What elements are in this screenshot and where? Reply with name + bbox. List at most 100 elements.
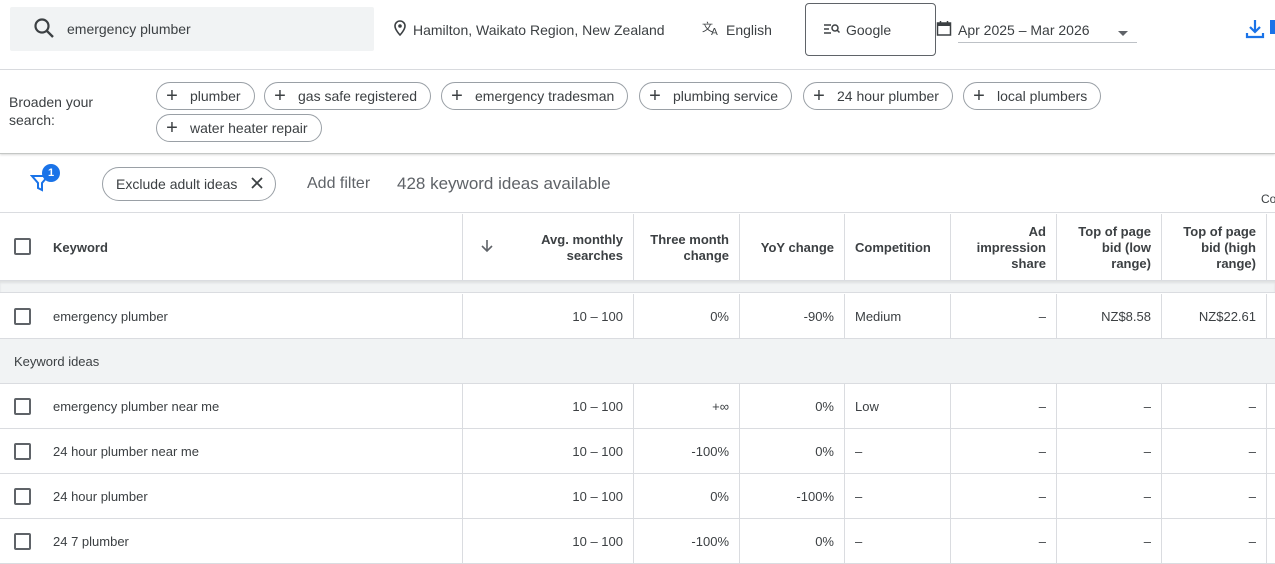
broaden-chip-label: gas safe registered [298,88,418,104]
broaden-chip[interactable]: + local plumbers [963,82,1102,110]
broaden-label: Broaden your search: [9,94,94,128]
top-bid-low-value: NZ$8.58 [1101,308,1151,324]
broaden-chip[interactable]: + water heater repair [156,114,322,142]
broaden-chip-label: emergency tradesman [475,88,615,104]
row-checkbox[interactable] [14,533,31,550]
yoy-cell: 0% [739,519,844,563]
avg-monthly-value: 10 – 100 [572,398,623,414]
row-checkbox[interactable] [14,443,31,460]
top-bid-high-cell: – [1161,519,1267,563]
plus-icon: + [166,117,178,139]
top-bid-high-cell: – [1161,429,1267,473]
top-bid-high-value: – [1248,398,1256,414]
header-yoy[interactable]: YoY change [739,214,844,281]
top-bid-high-value: – [1248,533,1256,549]
broaden-chip[interactable]: + gas safe registered [264,82,432,110]
yoy-value: 0% [815,443,834,459]
row-checkbox[interactable] [14,308,31,325]
yoy-cell: -90% [739,294,844,338]
header-ad-impression[interactable]: Ad impression share [950,214,1056,281]
network-selector-button[interactable]: Google [805,3,936,56]
plus-icon: + [813,85,825,107]
avg-monthly-cell: 10 – 100 [462,429,633,473]
keyword-cell[interactable]: 24 7 plumber [53,519,129,563]
table-row: 24 7 plumber 10 – 100 -100% 0% – – – – [0,519,1275,564]
top-bid-low-value: – [1143,533,1151,549]
location-selector[interactable]: Hamilton, Waikato Region, New Zealand [393,20,665,39]
three-month-value: 0% [710,488,729,504]
competition-value: Medium [855,308,902,324]
top-bid-low-cell: – [1056,519,1161,563]
ad-impression-value: – [1038,533,1046,549]
calendar-icon [936,20,952,39]
row-checkbox[interactable] [14,398,31,415]
language-selector[interactable]: 文A English [702,20,772,39]
keyword-cell[interactable]: 24 hour plumber near me [53,429,199,473]
header-three-month[interactable]: Three month change [633,214,739,281]
competition-cell: Medium [844,294,950,338]
avg-monthly-value: 10 – 100 [572,533,623,549]
broaden-chip[interactable]: + 24 hour plumber [803,82,953,110]
top-bar: emergency plumber Hamilton, Waikato Regi… [0,0,1275,70]
broaden-chip[interactable]: + emergency tradesman [441,82,629,110]
top-bid-high-cell: NZ$22.61 [1161,294,1267,338]
header-top-bid-high[interactable]: Top of page bid (high range) [1161,214,1267,281]
exclude-adult-filter-chip[interactable]: Exclude adult ideas [102,167,276,201]
header-keyword[interactable]: Keyword [43,214,462,281]
plus-icon: + [649,85,661,107]
header-top-bid-high-label: Top of page bid (high range) [1183,223,1256,271]
keyword-cell[interactable]: emergency plumber [53,294,168,338]
chevron-down-icon[interactable] [1117,25,1129,41]
header-ad-impression-label: Ad impression share [976,223,1046,271]
download-icon[interactable] [1244,18,1266,45]
search-query[interactable]: emergency plumber [67,21,191,37]
search-box[interactable]: emergency plumber [10,7,374,51]
network-label: Google [846,21,892,38]
columns-button-partial[interactable]: Co [1261,192,1275,206]
competition-cell: – [844,429,950,473]
language-label: English [726,21,772,38]
avg-monthly-cell: 10 – 100 [462,384,633,428]
location-pin-icon [393,20,407,39]
table-row: emergency plumber 10 – 100 0% -90% Mediu… [0,294,1275,339]
three-month-cell: -100% [633,519,739,563]
ad-impression-value: – [1038,443,1046,459]
top-bid-low-value: – [1143,488,1151,504]
search-network-icon [824,22,841,38]
competition-cell: – [844,474,950,518]
top-bid-low-cell: NZ$8.58 [1056,294,1161,338]
yoy-value: -100% [796,488,834,504]
translate-icon: 文A [702,20,720,39]
top-bid-high-value: NZ$22.61 [1198,308,1256,324]
keyword-ideas-count: 428 keyword ideas available [397,174,611,193]
competition-value: – [855,488,863,504]
sort-arrow-down-icon [481,239,493,257]
header-competition[interactable]: Competition [844,214,950,281]
date-underline [958,42,1137,43]
date-range-selector[interactable]: Apr 2025 – Mar 2026 [936,20,1137,43]
competition-cell: – [844,519,950,563]
broaden-chip-label: water heater repair [190,120,308,136]
three-month-value: -100% [691,533,729,549]
header-top-bid-low[interactable]: Top of page bid (low range) [1056,214,1161,281]
top-bid-low-cell: – [1056,474,1161,518]
row-checkbox[interactable] [14,488,31,505]
avg-monthly-value: 10 – 100 [572,488,623,504]
broaden-chip-label: plumbing service [673,88,779,104]
broaden-chip[interactable]: + plumbing service [639,82,793,110]
filter-row: 1 Exclude adult ideas Add filter 428 key… [0,155,1275,213]
broaden-chip[interactable]: + plumber [156,82,255,110]
header-avg-monthly[interactable]: Avg. monthly searches [462,214,633,281]
top-bid-low-cell: – [1056,384,1161,428]
keyword-cell[interactable]: emergency plumber near me [53,384,219,428]
add-filter-button[interactable]: Add filter [307,175,370,193]
date-range-label: Apr 2025 – Mar 2026 [958,21,1090,38]
filter-count-badge: 1 [42,164,60,182]
yoy-cell: 0% [739,429,844,473]
top-bid-low-value: – [1143,398,1151,414]
keyword-cell[interactable]: 24 hour plumber [53,474,148,518]
close-icon[interactable] [251,176,264,192]
three-month-cell: 0% [633,474,739,518]
plus-icon: + [274,85,286,107]
select-all-checkbox[interactable] [14,238,31,255]
